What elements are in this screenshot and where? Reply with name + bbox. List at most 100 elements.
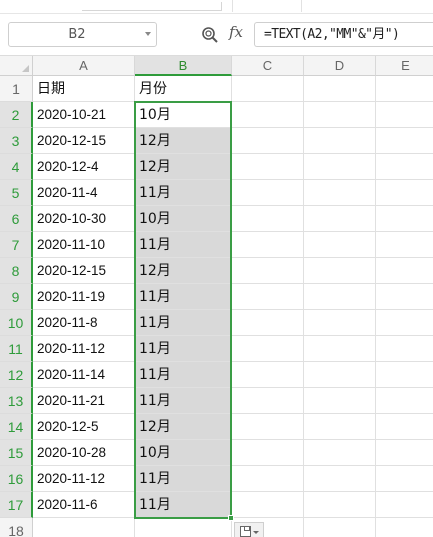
date-cell[interactable]: 2020-11-12 [33, 466, 135, 492]
paste-options-button[interactable] [234, 522, 264, 537]
column-header-d[interactable]: D [304, 56, 376, 76]
empty-cell[interactable] [376, 310, 433, 336]
row-header-13[interactable]: 13 [0, 388, 33, 414]
empty-cell[interactable] [304, 518, 376, 537]
empty-cell[interactable] [232, 388, 304, 414]
empty-cell[interactable] [232, 440, 304, 466]
empty-cell[interactable] [232, 154, 304, 180]
row-header-4[interactable]: 4 [0, 154, 33, 180]
empty-cell[interactable] [304, 206, 376, 232]
month-cell[interactable]: 11月 [135, 284, 232, 310]
month-cell[interactable]: 10月 [135, 206, 232, 232]
month-cell[interactable]: 12月 [135, 154, 232, 180]
month-cell[interactable]: 12月 [135, 128, 232, 154]
empty-cell[interactable] [304, 414, 376, 440]
month-cell[interactable]: 11月 [135, 232, 232, 258]
header-cell-date[interactable]: 日期 [33, 76, 135, 102]
month-cell[interactable]: 11月 [135, 466, 232, 492]
header-cell-month[interactable]: 月份 [135, 76, 232, 102]
date-cell[interactable]: 2020-11-14 [33, 362, 135, 388]
empty-cell[interactable] [376, 362, 433, 388]
empty-cell[interactable] [376, 336, 433, 362]
empty-cell[interactable] [376, 76, 433, 102]
row-header-2[interactable]: 2 [0, 102, 33, 128]
column-header-a[interactable]: A [33, 56, 135, 76]
column-header-b[interactable]: B [135, 56, 232, 76]
row-header-14[interactable]: 14 [0, 414, 33, 440]
row-header-1[interactable]: 1 [0, 76, 33, 102]
name-box[interactable]: B2 [8, 22, 157, 47]
date-cell[interactable]: 2020-11-4 [33, 180, 135, 206]
date-cell[interactable]: 2020-11-10 [33, 232, 135, 258]
fill-handle[interactable] [228, 515, 234, 521]
row-header-3[interactable]: 3 [0, 128, 33, 154]
date-cell[interactable]: 2020-12-15 [33, 258, 135, 284]
month-cell[interactable]: 12月 [135, 414, 232, 440]
empty-cell[interactable] [304, 180, 376, 206]
date-cell[interactable]: 2020-12-5 [33, 414, 135, 440]
empty-cell[interactable] [135, 518, 232, 537]
formula-input[interactable]: =TEXT(A2,"MM"&"月") [254, 22, 433, 47]
empty-cell[interactable] [304, 362, 376, 388]
empty-cell[interactable] [232, 128, 304, 154]
empty-cell[interactable] [304, 76, 376, 102]
month-cell[interactable]: 10月 [135, 440, 232, 466]
empty-cell[interactable] [304, 466, 376, 492]
empty-cell[interactable] [232, 362, 304, 388]
fx-icon[interactable]: fx [229, 23, 243, 41]
empty-cell[interactable] [304, 284, 376, 310]
row-header-15[interactable]: 15 [0, 440, 33, 466]
month-cell[interactable]: 11月 [135, 310, 232, 336]
empty-cell[interactable] [304, 232, 376, 258]
empty-cell[interactable] [232, 232, 304, 258]
date-cell[interactable]: 2020-11-8 [33, 310, 135, 336]
empty-cell[interactable] [304, 388, 376, 414]
empty-cell[interactable] [232, 414, 304, 440]
chevron-down-icon[interactable] [145, 32, 151, 36]
row-header-11[interactable]: 11 [0, 336, 33, 362]
empty-cell[interactable] [304, 492, 376, 518]
date-cell[interactable]: 2020-11-21 [33, 388, 135, 414]
empty-cell[interactable] [304, 128, 376, 154]
empty-cell[interactable] [304, 154, 376, 180]
empty-cell[interactable] [376, 128, 433, 154]
empty-cell[interactable] [376, 180, 433, 206]
month-cell[interactable]: 11月 [135, 336, 232, 362]
empty-cell[interactable] [232, 310, 304, 336]
date-cell[interactable]: 2020-11-6 [33, 492, 135, 518]
empty-cell[interactable] [304, 310, 376, 336]
empty-cell[interactable] [376, 414, 433, 440]
empty-cell[interactable] [232, 206, 304, 232]
row-header-17[interactable]: 17 [0, 492, 33, 518]
date-cell[interactable]: 2020-10-30 [33, 206, 135, 232]
magnifier-icon[interactable] [201, 26, 219, 44]
empty-cell[interactable] [376, 492, 433, 518]
column-header-e[interactable]: E [376, 56, 433, 76]
empty-cell[interactable] [232, 180, 304, 206]
empty-cell[interactable] [232, 492, 304, 518]
date-cell[interactable]: 2020-11-19 [33, 284, 135, 310]
empty-cell[interactable] [304, 258, 376, 284]
month-cell[interactable]: 11月 [135, 388, 232, 414]
empty-cell[interactable] [304, 336, 376, 362]
row-header-9[interactable]: 9 [0, 284, 33, 310]
empty-cell[interactable] [376, 518, 433, 537]
empty-cell[interactable] [232, 76, 304, 102]
empty-cell[interactable] [376, 154, 433, 180]
empty-cell[interactable] [304, 102, 376, 128]
month-cell[interactable]: 12月 [135, 258, 232, 284]
month-cell[interactable]: 11月 [135, 180, 232, 206]
empty-cell[interactable] [376, 258, 433, 284]
empty-cell[interactable] [376, 466, 433, 492]
empty-cell[interactable] [376, 102, 433, 128]
empty-cell[interactable] [304, 440, 376, 466]
empty-cell[interactable] [33, 518, 135, 537]
date-cell[interactable]: 2020-12-15 [33, 128, 135, 154]
date-cell[interactable]: 2020-10-28 [33, 440, 135, 466]
row-header-16[interactable]: 16 [0, 466, 33, 492]
select-all-corner[interactable] [0, 56, 33, 76]
date-cell[interactable]: 2020-10-21 [33, 102, 135, 128]
row-header-12[interactable]: 12 [0, 362, 33, 388]
row-header-10[interactable]: 10 [0, 310, 33, 336]
empty-cell[interactable] [376, 388, 433, 414]
